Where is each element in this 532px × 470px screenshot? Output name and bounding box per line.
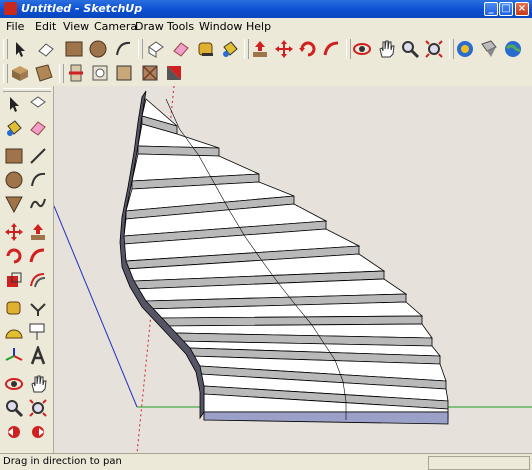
zoom-icon[interactable] <box>400 39 420 59</box>
measurements-box[interactable] <box>428 456 530 470</box>
menu-edit[interactable]: Edit <box>35 20 56 33</box>
rectangle-icon[interactable] <box>4 146 24 166</box>
protractor-icon[interactable] <box>4 322 24 342</box>
tape-measure-icon[interactable] <box>4 298 24 318</box>
stair-tread <box>137 123 220 149</box>
toolbar-grip[interactable] <box>138 39 143 59</box>
dimension-icon[interactable] <box>28 298 48 318</box>
line-icon[interactable] <box>28 146 48 166</box>
status-bar: Drag in direction to pan <box>0 453 532 470</box>
push-pull-icon[interactable] <box>250 39 270 59</box>
stair-base <box>203 411 449 425</box>
close-button[interactable]: × <box>515 2 529 16</box>
arc-icon[interactable] <box>113 39 133 59</box>
toolbar-grip[interactable] <box>59 64 64 83</box>
polygon-icon[interactable] <box>4 194 24 214</box>
rotate-icon[interactable] <box>4 246 24 266</box>
menu-tools[interactable]: Tools <box>167 20 194 33</box>
rotate-icon[interactable] <box>298 39 318 59</box>
paint-bucket-icon[interactable] <box>4 118 24 138</box>
follow-me-icon[interactable] <box>28 246 48 266</box>
toolbar-grip[interactable] <box>3 88 51 92</box>
curved-staircase <box>119 90 449 425</box>
toolbar-grip[interactable] <box>244 39 249 59</box>
zoom-icon[interactable] <box>4 398 24 418</box>
circle-icon[interactable] <box>4 170 24 190</box>
scale-icon[interactable] <box>4 270 24 290</box>
previous-view-icon[interactable] <box>4 422 24 442</box>
status-text: Drag in direction to pan <box>3 456 122 467</box>
menu-bar: File Edit View Camera Draw Tools Window … <box>0 18 532 36</box>
freehand-icon[interactable] <box>28 194 48 214</box>
model-scene <box>54 86 532 453</box>
text-icon[interactable] <box>28 322 48 342</box>
rectangle-icon[interactable] <box>64 39 84 59</box>
textured-icon[interactable] <box>140 63 160 83</box>
maximize-button[interactable]: □ <box>499 2 513 16</box>
follow-me-icon[interactable] <box>322 39 342 59</box>
monochrome-icon[interactable] <box>164 63 184 83</box>
minimize-button[interactable]: _ <box>484 2 498 16</box>
share-model-icon[interactable] <box>479 39 499 59</box>
move-icon[interactable] <box>4 222 24 242</box>
eraser-icon[interactable] <box>36 39 56 59</box>
menu-file[interactable]: File <box>6 20 24 33</box>
title-bar: Untitled - SketchUp _ □ × <box>0 0 532 18</box>
orbit-icon[interactable] <box>352 39 372 59</box>
toolbar-grip[interactable] <box>3 64 8 83</box>
toolbar-grip[interactable] <box>346 39 351 59</box>
views-toolbar <box>0 61 532 86</box>
make-component-icon[interactable] <box>146 39 166 59</box>
top-view-icon[interactable] <box>34 63 54 83</box>
menu-window[interactable]: Window <box>199 20 242 33</box>
push-pull-icon[interactable] <box>28 222 48 242</box>
circle-icon[interactable] <box>88 39 108 59</box>
get-models-icon[interactable] <box>455 39 475 59</box>
menu-help[interactable]: Help <box>246 20 271 33</box>
menu-camera[interactable]: Camera <box>94 20 137 33</box>
axes-icon[interactable] <box>4 346 24 366</box>
main-toolbar <box>0 36 532 62</box>
paint-bucket-icon[interactable] <box>220 39 240 59</box>
left-toolbar <box>0 86 54 453</box>
orbit-icon[interactable] <box>4 374 24 394</box>
select-icon[interactable] <box>10 39 30 59</box>
make-component-icon[interactable] <box>28 94 48 114</box>
pan-icon[interactable] <box>376 39 396 59</box>
window-title: Untitled - SketchUp <box>21 2 143 15</box>
eraser-icon[interactable] <box>28 118 48 138</box>
offset-icon[interactable] <box>28 270 48 290</box>
google-earth-icon[interactable] <box>503 39 523 59</box>
zoom-window-icon[interactable] <box>28 398 48 418</box>
pan-icon[interactable] <box>28 374 48 394</box>
drawing-viewport[interactable] <box>54 86 532 453</box>
3d-text-icon[interactable] <box>28 346 48 366</box>
iso-view-icon[interactable] <box>10 63 30 83</box>
menu-view[interactable]: View <box>63 20 89 33</box>
menu-draw[interactable]: Draw <box>135 20 164 33</box>
eraser-icon[interactable] <box>171 39 191 59</box>
zoom-extents-icon[interactable] <box>424 39 444 59</box>
tape-measure-icon[interactable] <box>196 39 216 59</box>
select-icon[interactable] <box>4 94 24 114</box>
toolbar-grip[interactable] <box>449 39 454 59</box>
arc-icon[interactable] <box>28 170 48 190</box>
toolbar-grip[interactable] <box>3 39 8 59</box>
next-view-icon[interactable] <box>28 422 48 442</box>
section-plane-icon[interactable] <box>66 63 86 83</box>
x-ray-icon[interactable] <box>90 63 110 83</box>
app-icon[interactable] <box>4 2 17 15</box>
shaded-icon[interactable] <box>114 63 134 83</box>
move-icon[interactable] <box>274 39 294 59</box>
